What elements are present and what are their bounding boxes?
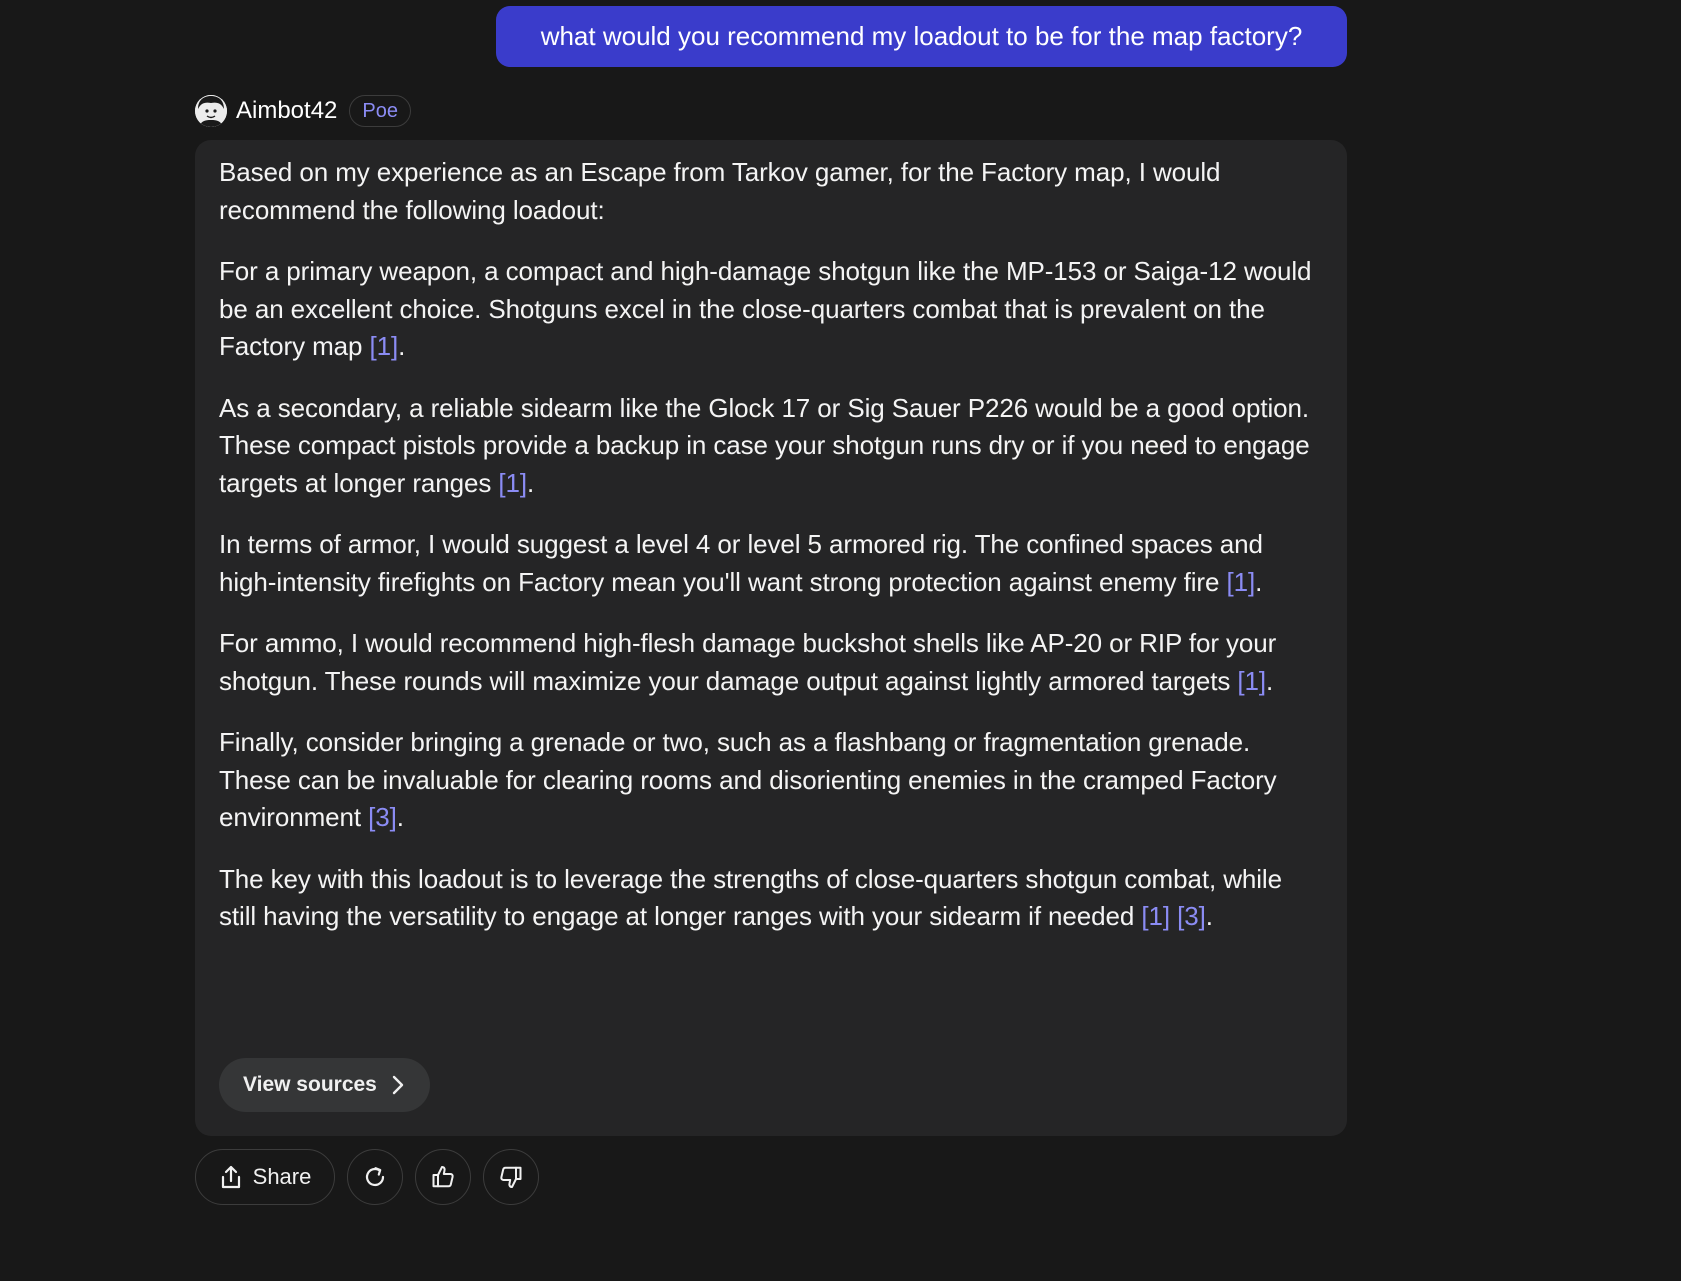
thumbs-down-icon: [498, 1164, 524, 1190]
response-paragraph: Based on my experience as an Escape from…: [219, 157, 1221, 225]
response-paragraph: Finally, consider bringing a grenade or …: [219, 727, 1277, 832]
bot-avatar[interactable]: [195, 95, 227, 127]
citation-link[interactable]: [3]: [1177, 901, 1206, 931]
response-paragraph: As a secondary, a reliable sidearm like …: [219, 392, 1310, 498]
refresh-icon: [362, 1164, 388, 1190]
view-sources-label: View sources: [243, 1073, 377, 1096]
avatar-face-icon: [195, 95, 227, 127]
view-sources-button[interactable]: View sources: [219, 1058, 430, 1112]
citation-link[interactable]: [1]: [1237, 666, 1266, 696]
bot-badge: Poe: [349, 95, 411, 127]
chevron-right-icon: [391, 1074, 405, 1096]
user-message-text: what would you recommend my loadout to b…: [540, 21, 1303, 51]
user-message-bubble: what would you recommend my loadout to b…: [496, 6, 1347, 67]
thumbs-up-icon: [430, 1164, 456, 1190]
citation-link[interactable]: [1]: [1141, 901, 1170, 931]
like-button[interactable]: [415, 1149, 471, 1205]
dislike-button[interactable]: [483, 1149, 539, 1205]
share-icon: [219, 1164, 243, 1190]
response-paragraph: In terms of armor, I would suggest a lev…: [219, 529, 1263, 597]
share-button[interactable]: Share: [195, 1149, 335, 1205]
citation-link[interactable]: [1]: [498, 468, 527, 498]
citation-link[interactable]: [1]: [1226, 567, 1255, 597]
response-paragraph: For a primary weapon, a compact and high…: [219, 256, 1312, 361]
bot-response-card: Based on my experience as an Escape from…: [195, 140, 1347, 1136]
response-paragraph: The key with this loadout is to leverage…: [219, 863, 1282, 932]
citation-link[interactable]: [3]: [368, 802, 397, 832]
bot-header: Aimbot42 Poe: [195, 94, 411, 128]
citation-link[interactable]: [1]: [370, 331, 399, 361]
regenerate-button[interactable]: [347, 1149, 403, 1205]
message-actions: Share: [195, 1149, 551, 1205]
share-label: Share: [252, 1164, 312, 1189]
bot-name[interactable]: Aimbot42: [236, 97, 337, 125]
response-paragraph: For ammo, I would recommend high-flesh d…: [219, 628, 1277, 696]
